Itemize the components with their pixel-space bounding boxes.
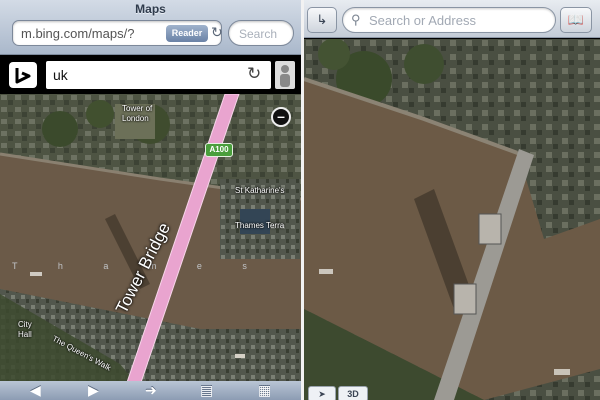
bing-aerial-map[interactable]: Tower of London A100 St Katharine's Tham… <box>0 94 301 400</box>
search-icon: ⚲ <box>351 12 361 27</box>
tabs-icon[interactable]: ▦ <box>258 381 271 400</box>
bookmarks-icon[interactable]: ▤ <box>200 381 213 400</box>
bing-search-bar: uk ↻ <box>0 56 301 94</box>
satellite-imagery <box>304 39 600 400</box>
maps-search-placeholder: Search or Address <box>369 13 476 28</box>
url-text: m.bing.com/maps/? <box>21 26 135 41</box>
refresh-icon[interactable]: ↻ <box>247 64 261 84</box>
bing-query-input[interactable]: uk ↻ <box>46 61 271 89</box>
flyover-map[interactable] <box>304 39 600 400</box>
back-arrow-icon[interactable]: ◀ <box>30 381 41 400</box>
maps-toolbar: ↳ ⚲ Search or Address 📖 <box>304 0 600 38</box>
zoom-out-icon[interactable]: – <box>271 107 291 127</box>
book-icon: 📖 <box>567 12 585 27</box>
url-field[interactable]: m.bing.com/maps/? Reader ↻ <box>12 20 223 46</box>
map-label-thames-terrace: Thames Terra <box>235 221 285 230</box>
bookmarks-button[interactable]: 📖 <box>560 7 592 33</box>
safari-toolbar: Maps m.bing.com/maps/? Reader ↻ Search <box>0 0 301 55</box>
directions-button[interactable]: ↳ <box>307 7 337 33</box>
location-arrow-icon: ➤ <box>318 389 326 399</box>
page-title: Maps <box>135 2 166 16</box>
bing-logo-icon[interactable] <box>9 62 37 88</box>
reader-button[interactable]: Reader <box>166 25 208 42</box>
safari-bottom-toolbar: ◀ ▶ ➜ ▤ ▦ <box>0 381 301 400</box>
browser-search-placeholder: Search <box>239 27 278 41</box>
road-badge-a100: A100 <box>205 143 233 157</box>
left-phone-screen: Maps m.bing.com/maps/? Reader ↻ Search u… <box>0 0 301 400</box>
bing-query-text: uk <box>53 67 68 83</box>
share-icon[interactable]: ➜ <box>145 381 157 400</box>
map-label-tower-of-london: Tower of London <box>122 104 153 123</box>
map-label-st-katharine: St Katharine's <box>235 186 285 195</box>
map-label-city-hall: City Hall <box>18 320 32 339</box>
forward-arrow-icon[interactable]: ▶ <box>88 381 99 400</box>
directions-arrow-icon: ↳ <box>316 12 328 27</box>
person-icon[interactable] <box>275 61 295 89</box>
locate-me-button[interactable]: ➤ <box>308 386 336 400</box>
maps-search-field[interactable]: ⚲ Search or Address <box>342 7 556 33</box>
3d-button[interactable]: 3D <box>338 386 368 400</box>
reload-icon[interactable]: ↻ <box>211 24 223 42</box>
right-phone-screen: ↳ ⚲ Search or Address 📖 ➤ 3D <box>304 0 600 400</box>
browser-search-field[interactable]: Search <box>228 20 294 46</box>
